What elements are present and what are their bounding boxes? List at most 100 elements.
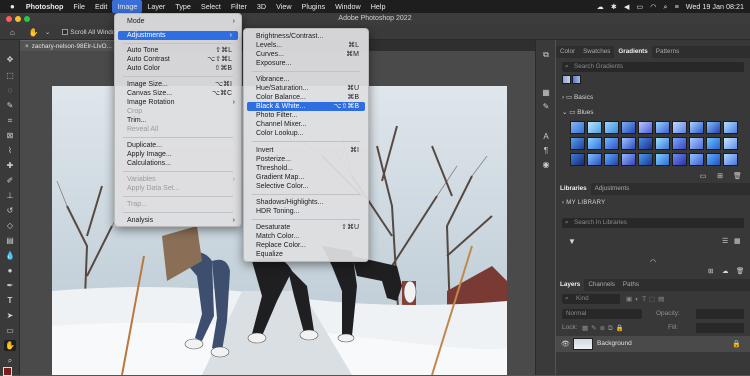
gradient-swatch[interactable] [655, 137, 670, 150]
lasso-tool-icon[interactable]: ◌ [4, 85, 16, 96]
gradient-swatch[interactable] [587, 153, 602, 166]
menu-edit[interactable]: Edit [90, 0, 112, 13]
gradients-search-input[interactable]: ⌕ Search Gradients [562, 62, 744, 72]
menu-item-apply-image[interactable]: Apply Image... [115, 150, 241, 159]
menu-item-posterize[interactable]: Posterize... [244, 155, 368, 164]
menu-photoshop[interactable]: Photoshop [19, 0, 69, 13]
close-tab-icon[interactable]: × [25, 43, 29, 50]
library-cloud-icon[interactable]: ☁ [722, 267, 729, 275]
gradient-swatch[interactable] [672, 137, 687, 150]
gradient-swatch[interactable] [706, 137, 721, 150]
menu-item-duplicate[interactable]: Duplicate... [115, 141, 241, 150]
library-selector[interactable]: ‹ MY LIBRARY [562, 200, 605, 206]
gradient-swatch[interactable] [570, 137, 585, 150]
tab-color[interactable]: Color [556, 46, 579, 58]
delete-icon[interactable]: 🗑 [733, 173, 742, 180]
menu-help[interactable]: Help [366, 0, 391, 13]
gradient-swatch[interactable] [604, 121, 619, 134]
bluetooth-icon[interactable]: ✱ [611, 2, 617, 11]
properties-panel-icon[interactable]: ▦ [541, 88, 551, 98]
clone-stamp-tool-icon[interactable]: ⊥ [4, 190, 16, 201]
menu-select[interactable]: Select [196, 0, 226, 13]
rectangle-tool-icon[interactable]: ▭ [4, 325, 16, 336]
menu-item-image-size[interactable]: Image Size... ⌥⌘I [115, 80, 241, 89]
tab-swatches[interactable]: Swatches [579, 46, 614, 58]
menu-item-hue-saturation[interactable]: Hue/Saturation... ⌘U [244, 84, 368, 93]
menu-item-analysis[interactable]: Analysis › [115, 216, 241, 225]
gradient-tool-icon[interactable]: ▤ [4, 235, 16, 246]
menu-item-invert[interactable]: Invert ⌘I [244, 146, 368, 155]
brush-tool-icon[interactable]: ✐ [4, 175, 16, 186]
marquee-tool-icon[interactable]: ⬚ [4, 70, 16, 81]
menu-item-brightness-contrast[interactable]: Brightness/Contrast... [244, 32, 368, 41]
tab-paths[interactable]: Paths [619, 279, 643, 291]
menu-item-gradient-map[interactable]: Gradient Map... [244, 173, 368, 182]
gradient-swatch[interactable] [604, 153, 619, 166]
menu-item-match-color[interactable]: Match Color... [244, 232, 368, 241]
menu-item-canvas-size[interactable]: Canvas Size... ⌥⌘C [115, 89, 241, 98]
gradient-swatch[interactable] [638, 137, 653, 150]
menu-item-threshold[interactable]: Threshold... [244, 164, 368, 173]
gradient-swatch[interactable] [570, 121, 585, 134]
gradient-swatch[interactable] [638, 121, 653, 134]
menu-item-levels[interactable]: Levels... ⌘L [244, 41, 368, 50]
menu-item-black-and-white[interactable]: Black & White... ⌥⇧⌘B [247, 102, 365, 111]
gradient-group-blues[interactable]: ⌄ ▭ Blues [562, 108, 594, 116]
layer-filter-kind[interactable]: ⌕ Kind [562, 294, 620, 304]
gradient-swatch[interactable] [638, 153, 653, 166]
gradient-swatch[interactable] [621, 121, 636, 134]
eraser-tool-icon[interactable]: ◇ [4, 220, 16, 231]
cloud-sync-icon[interactable]: ◠ [650, 258, 656, 266]
menu-image[interactable]: Image [112, 0, 143, 13]
hand-tool-icon[interactable]: ✋ [4, 340, 16, 351]
close-window-button[interactable] [6, 16, 12, 22]
search-icon[interactable]: ⌕ [664, 2, 668, 12]
menu-layer[interactable]: Layer [142, 0, 170, 13]
new-gradient-icon[interactable]: ⊞ [716, 173, 724, 180]
gradient-swatch[interactable] [604, 137, 619, 150]
menu-item-shadows-highlights[interactable]: Shadows/Highlights... [244, 198, 368, 207]
paragraph-panel-icon[interactable]: ¶ [541, 146, 551, 156]
menu-item-replace-color[interactable]: Replace Color... [244, 241, 368, 250]
gradient-swatch[interactable] [723, 121, 738, 134]
menu-item-equalize[interactable]: Equalize [244, 250, 368, 259]
healing-brush-tool-icon[interactable]: ✚ [4, 160, 16, 171]
gradient-swatch[interactable] [723, 137, 738, 150]
menu-item-color-balance[interactable]: Color Balance... ⌘B [244, 93, 368, 102]
battery-icon[interactable]: ▭ [636, 2, 643, 11]
tab-patterns[interactable]: Patterns [652, 46, 683, 58]
tab-libraries[interactable]: Libraries [556, 183, 591, 195]
menu-plugins[interactable]: Plugins [297, 0, 331, 13]
opacity-input[interactable] [696, 309, 744, 319]
menu-window[interactable]: Window [330, 0, 366, 13]
menu-item-trim[interactable]: Trim... [115, 116, 241, 125]
tab-gradients[interactable]: Gradients [614, 46, 652, 58]
gradient-swatch[interactable] [655, 153, 670, 166]
tab-channels[interactable]: Channels [584, 279, 619, 291]
gradient-swatch[interactable] [621, 153, 636, 166]
menu-file[interactable]: File [68, 0, 90, 13]
recent-gradient-swatch[interactable] [572, 75, 581, 84]
layer-filter-icons[interactable]: ▣◐T⬚▤ [626, 295, 667, 303]
menu-item-selective-color[interactable]: Selective Color... [244, 182, 368, 191]
frame-tool-icon[interactable]: ⊠ [4, 130, 16, 141]
gradient-group-basics[interactable]: › ▭ Basics [562, 93, 593, 101]
brush-panel-icon[interactable]: ✎ [541, 102, 551, 112]
menu-item-desaturate[interactable]: Desaturate ⇧⌘U [244, 223, 368, 232]
menu-item-image-rotation[interactable]: Image Rotation › [115, 98, 241, 107]
control-center-icon[interactable]: ≡ [675, 2, 679, 11]
document-tab[interactable]: × zachary-nelson-98Elr-LIvO... [20, 40, 120, 51]
menu-view[interactable]: View [271, 0, 296, 13]
tab-layers[interactable]: Layers [556, 279, 585, 291]
menu-item-exposure[interactable]: Exposure... [244, 59, 368, 68]
menu-type[interactable]: Type [170, 0, 196, 13]
menu-item-auto-contrast[interactable]: Auto Contrast ⌥⇧⌘L [115, 55, 241, 64]
minimize-window-button[interactable] [15, 16, 21, 22]
menu-item-hdr-toning[interactable]: HDR Toning... [244, 207, 368, 216]
apple-icon[interactable]: ● [6, 2, 19, 11]
gradient-swatch[interactable] [672, 153, 687, 166]
type-tool-icon[interactable]: T [4, 295, 16, 306]
quick-selection-tool-icon[interactable]: ✎ [4, 100, 16, 111]
pen-tool-icon[interactable]: ✒ [4, 280, 16, 291]
shapes-panel-icon[interactable]: ◉ [541, 160, 551, 170]
